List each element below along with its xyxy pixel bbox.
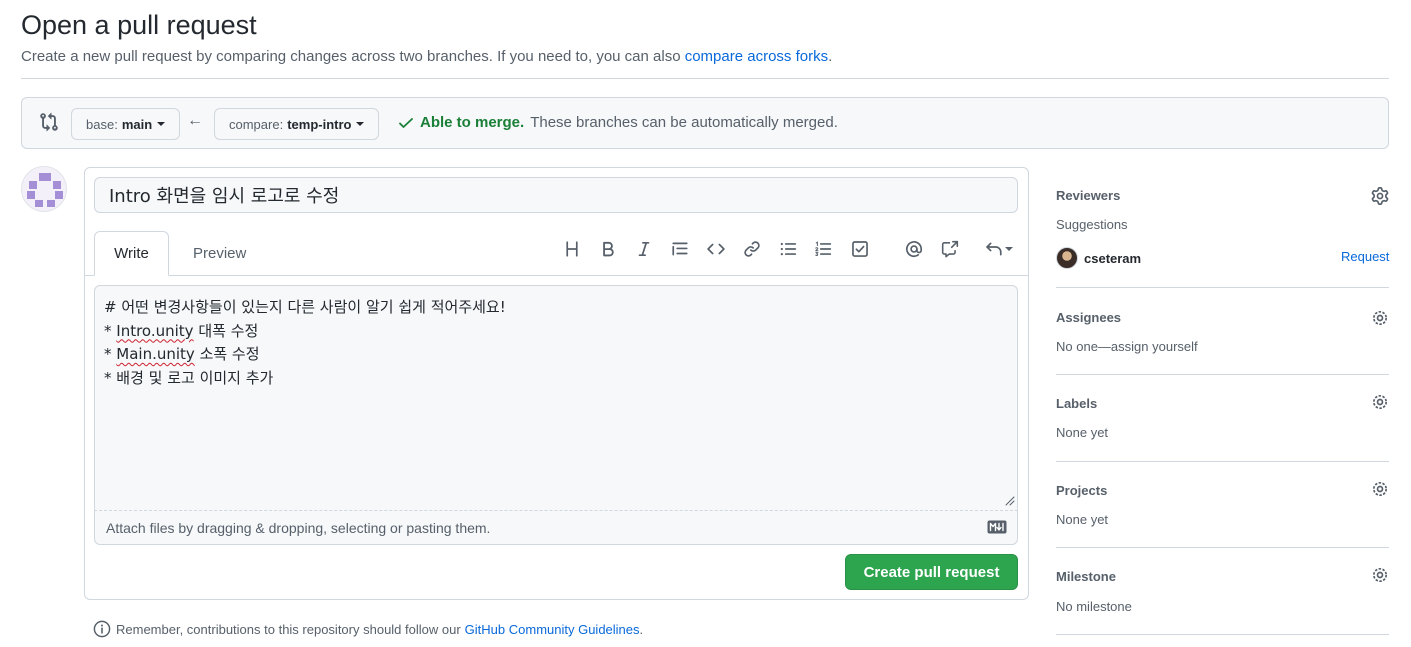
tab-write[interactable]: Write	[94, 231, 169, 276]
mention-icon[interactable]	[902, 237, 926, 261]
milestone-heading[interactable]: Milestone	[1056, 569, 1116, 584]
labels-value: None yet	[1056, 425, 1109, 440]
italic-icon[interactable]	[632, 237, 656, 261]
avatar[interactable]	[21, 166, 67, 212]
milestone-value: No milestone	[1056, 599, 1132, 614]
gear-icon[interactable]	[1371, 309, 1389, 327]
body-line: # 어떤 변경사항들이 있는지 다른 사람이 알기 쉽게 적어주세요!	[104, 298, 506, 316]
gear-icon[interactable]	[1371, 566, 1389, 584]
bulleted-list-icon[interactable]	[776, 237, 800, 261]
body-line-rest: 대폭 수정	[193, 321, 259, 340]
undo-icon[interactable]	[982, 237, 1016, 261]
chevron-down-icon	[1005, 247, 1013, 251]
spellcheck-word: Intro.unity	[116, 321, 194, 340]
heading-icon[interactable]	[560, 237, 584, 261]
compare-branch-name: temp-intro	[287, 116, 352, 132]
header-divider	[21, 78, 1389, 79]
sidebar-divider	[1056, 374, 1389, 375]
compare-prefix: compare:	[229, 116, 284, 132]
assignees-value[interactable]: No one—assign yourself	[1056, 339, 1198, 354]
chevron-down-icon	[157, 122, 166, 126]
merge-status: Able to merge. These branches can be aut…	[398, 114, 838, 131]
compare-branch-select[interactable]: compare: temp-intro	[214, 108, 380, 140]
projects-value: None yet	[1056, 512, 1109, 527]
avatar	[1056, 247, 1078, 269]
merge-status-text: These branches can be automatically merg…	[530, 114, 838, 131]
bold-icon[interactable]	[596, 237, 620, 261]
spellcheck-word: Main.unity	[116, 345, 195, 363]
body-line-prefix: *	[104, 321, 117, 340]
reviewers-suggestions-label: Suggestions	[1056, 217, 1128, 232]
merge-ok-label: Able to merge.	[420, 114, 525, 131]
gear-icon[interactable]	[1371, 393, 1389, 411]
labels-heading[interactable]: Labels	[1056, 396, 1097, 411]
reviewer-username: cseteram	[1084, 250, 1142, 266]
reviewers-heading[interactable]: Reviewers	[1056, 188, 1120, 203]
assignees-heading[interactable]: Assignees	[1056, 310, 1121, 325]
page-description: Create a new pull request by comparing c…	[21, 48, 832, 65]
gear-icon[interactable]	[1371, 187, 1389, 205]
markdown-icon[interactable]	[987, 520, 1007, 534]
suggested-reviewer: cseteram	[1056, 247, 1141, 269]
attach-files-text: Attach files by dragging & dropping, sel…	[106, 519, 491, 536]
pr-body-textarea[interactable]: # 어떤 변경사항들이 있는지 다른 사람이 알기 쉽게 적어주세요! * In…	[94, 285, 1018, 510]
info-icon	[93, 620, 111, 638]
page-description-period: .	[828, 48, 833, 65]
chevron-down-icon	[356, 122, 365, 126]
attach-files-bar[interactable]: Attach files by dragging & dropping, sel…	[94, 510, 1018, 545]
create-pull-request-button[interactable]: Create pull request	[845, 554, 1018, 590]
resize-handle-icon[interactable]	[1003, 494, 1015, 506]
tab-preview[interactable]: Preview	[177, 231, 262, 276]
projects-heading[interactable]: Projects	[1056, 483, 1107, 498]
base-branch-select[interactable]: base: main	[71, 108, 181, 140]
base-branch-name: main	[121, 116, 153, 132]
gear-icon[interactable]	[1371, 480, 1389, 498]
guidelines-text: Remember, contributions to this reposito…	[116, 621, 461, 637]
page-title: Open a pull request	[21, 10, 257, 40]
sidebar-divider	[1056, 461, 1389, 462]
body-line: * Main.unity 소폭 수정	[104, 343, 1008, 367]
quote-icon[interactable]	[668, 237, 692, 261]
guidelines-note: Remember, contributions to this reposito…	[93, 620, 643, 638]
task-list-icon[interactable]	[848, 237, 872, 261]
numbered-list-icon[interactable]	[811, 237, 835, 261]
sidebar-divider	[1056, 634, 1389, 635]
request-review-link[interactable]: Request	[1341, 249, 1389, 264]
link-icon[interactable]	[740, 237, 764, 261]
body-line: * Intro.unity 대폭 수정	[104, 320, 1008, 344]
base-prefix: base:	[86, 116, 118, 132]
sidebar-divider	[1056, 287, 1389, 288]
cross-reference-icon[interactable]	[938, 237, 962, 261]
body-line-rest: 소폭 수정	[194, 345, 260, 363]
guidelines-period: .	[639, 621, 644, 637]
sidebar-divider	[1056, 547, 1389, 548]
git-compare-icon	[40, 112, 58, 132]
compare-forks-link[interactable]: compare across forks	[685, 48, 828, 65]
page-description-text: Create a new pull request by comparing c…	[21, 48, 681, 65]
community-guidelines-link[interactable]: GitHub Community Guidelines	[465, 622, 640, 637]
code-icon[interactable]	[704, 237, 728, 261]
body-line-prefix: *	[104, 345, 117, 363]
arrow-left-icon: ←	[187, 112, 203, 129]
identicon-icon	[22, 167, 66, 211]
pr-title-input[interactable]: Intro 화면을 임시 로고로 수정	[94, 177, 1018, 213]
check-icon	[399, 117, 413, 128]
body-line: * 배경 및 로고 이미지 추가	[104, 368, 274, 387]
